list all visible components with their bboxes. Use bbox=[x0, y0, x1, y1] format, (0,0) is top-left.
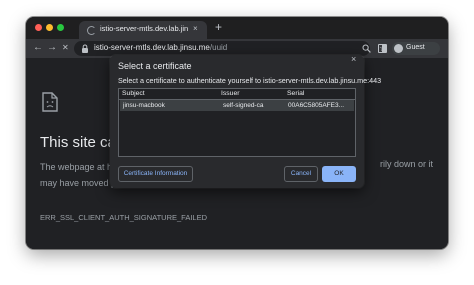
dialog-subtitle: Select a certificate to authenticate you… bbox=[118, 76, 382, 85]
table-header: Subject Issuer Serial bbox=[119, 89, 355, 100]
lock-icon bbox=[82, 44, 88, 53]
cell-subject: jinsu-macbook bbox=[123, 102, 165, 109]
back-button[interactable]: ← bbox=[33, 41, 43, 55]
forward-button[interactable]: → bbox=[47, 41, 57, 55]
cell-serial: 00A6C5805AFE3... bbox=[288, 102, 345, 109]
profile-button[interactable]: Guest bbox=[392, 42, 440, 55]
column-issuer[interactable]: Issuer bbox=[221, 90, 240, 97]
error-code: ERR_SSL_CLIENT_AUTH_SIGNATURE_FAILED bbox=[40, 213, 207, 222]
minimize-window-button[interactable] bbox=[46, 24, 53, 31]
certificate-table[interactable]: Subject Issuer Serial jinsu-macbook self… bbox=[118, 88, 356, 157]
close-window-button[interactable] bbox=[35, 24, 42, 31]
tab-active[interactable]: istio-server-mtls.dev.lab.jinsu.me × bbox=[79, 21, 207, 39]
column-subject[interactable]: Subject bbox=[122, 90, 145, 97]
zoom-icon[interactable] bbox=[362, 44, 371, 53]
select-certificate-dialog: Select a certificate × Select a certific… bbox=[110, 55, 381, 188]
avatar-icon bbox=[394, 44, 403, 53]
url-path: /uuid bbox=[209, 43, 228, 52]
address-bar[interactable]: istio-server-mtls.dev.lab.jinsu.me/uuid … bbox=[74, 41, 387, 56]
url-host: istio-server-mtls.dev.lab.jinsu.me bbox=[94, 43, 210, 52]
tab-strip: istio-server-mtls.dev.lab.jinsu.me × + bbox=[26, 17, 448, 39]
loading-spinner-icon bbox=[87, 26, 96, 35]
stop-button[interactable]: ✕ bbox=[62, 41, 69, 55]
tab-close-icon[interactable]: × bbox=[193, 24, 198, 33]
dialog-close-icon[interactable]: × bbox=[351, 55, 356, 64]
cancel-button[interactable]: Cancel bbox=[284, 166, 318, 182]
maximize-window-button[interactable] bbox=[57, 24, 64, 31]
dialog-title: Select a certificate bbox=[118, 61, 192, 71]
url-text: istio-server-mtls.dev.lab.jinsu.me/uuid bbox=[94, 43, 227, 52]
column-serial[interactable]: Serial bbox=[287, 90, 304, 97]
sad-page-icon bbox=[42, 92, 58, 112]
cell-issuer: self-signed-ca bbox=[223, 102, 264, 109]
profile-label: Guest bbox=[406, 44, 425, 51]
new-tab-button[interactable]: + bbox=[215, 20, 222, 34]
tab-title: istio-server-mtls.dev.lab.jinsu.me bbox=[100, 24, 188, 33]
ok-button[interactable]: OK bbox=[322, 166, 356, 182]
side-panel-icon[interactable] bbox=[378, 44, 387, 53]
error-description-right: rily down or it bbox=[380, 159, 434, 169]
certificate-information-button[interactable]: Certificate Information bbox=[118, 166, 193, 182]
table-row[interactable]: jinsu-macbook self-signed-ca 00A6C5805AF… bbox=[120, 100, 354, 111]
